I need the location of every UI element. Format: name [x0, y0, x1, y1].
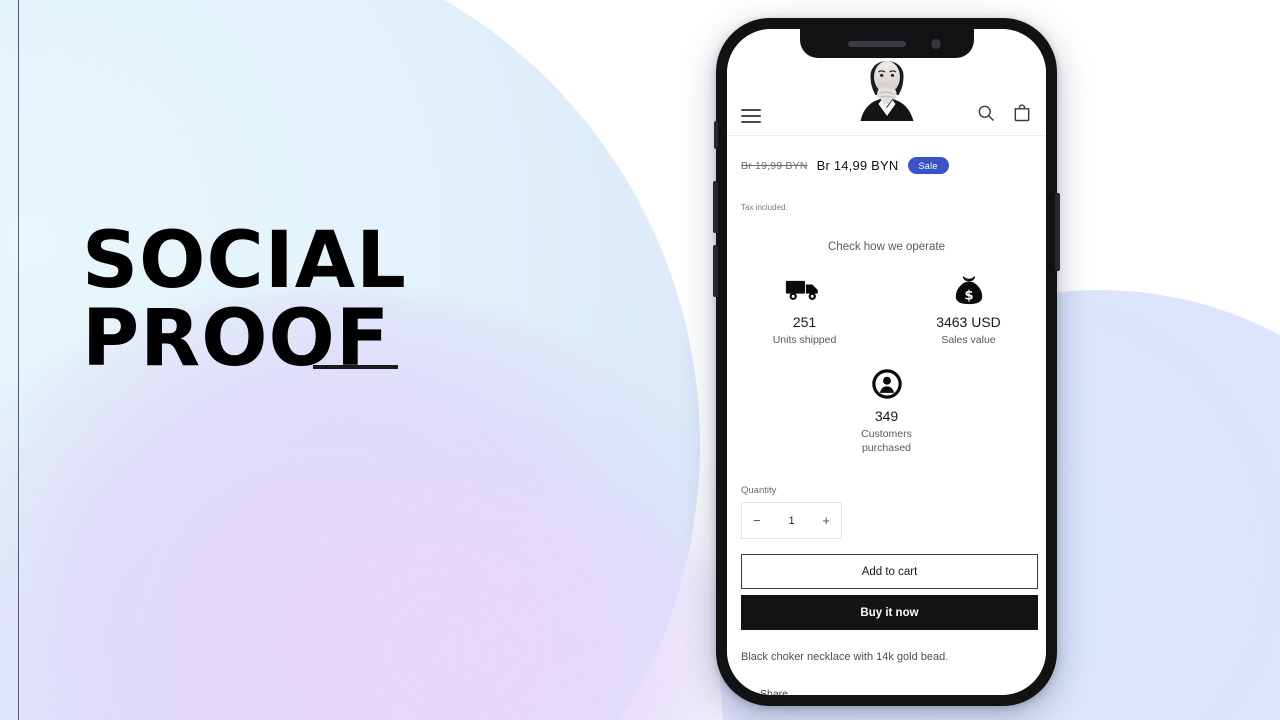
quantity-increase-button[interactable]: + [822, 513, 830, 528]
stat-label: Sales value [941, 334, 996, 346]
stat-units-shipped: 251 Units shipped [751, 272, 859, 348]
stat-value: 3463 USD [936, 314, 1001, 330]
social-proof-title: Check how we operate [828, 241, 945, 253]
stat-sales-value: $ 3463 USD Sales value [915, 272, 1023, 348]
front-camera-icon [930, 39, 941, 49]
social-proof-stats-row-secondary: 349 Customers purchased [727, 366, 1046, 455]
header-actions [976, 103, 1032, 123]
sale-price: Br 14,99 BYN [816, 158, 899, 173]
social-proof-stats-row: 251 Units shipped $ 3463 USD Sales value [727, 272, 1046, 348]
share-upload-icon [743, 687, 751, 695]
earpiece-speaker [847, 41, 906, 47]
svg-text:$: $ [964, 288, 973, 303]
customer-person-icon [833, 366, 941, 402]
brand-logo[interactable] [850, 50, 923, 121]
sale-badge: Sale [907, 157, 949, 174]
stat-value: 349 [874, 408, 899, 424]
share-label: Share [760, 687, 789, 696]
buy-it-now-button[interactable]: Buy it now [741, 595, 1038, 630]
product-description: Black choker necklace with 14k gold bead… [741, 651, 949, 663]
title-underline-rule [313, 365, 398, 369]
quantity-decrease-button[interactable]: − [753, 513, 761, 528]
original-price: Br 19,99 BYN [741, 159, 808, 172]
stat-customers-purchased: 349 Customers purchased [833, 366, 941, 455]
quantity-value[interactable]: 1 [788, 515, 794, 527]
hero-section: SOCIAL PROOF [0, 0, 700, 720]
tax-note: Tax included. [741, 203, 788, 212]
store-app-screen: Br 19,99 BYN Br 14,99 BYN Sale Tax inclu… [727, 29, 1046, 695]
page-title: SOCIAL PROOF [82, 216, 407, 384]
phone-notch [799, 29, 974, 58]
phone-power-button[interactable] [1055, 193, 1060, 271]
phone-volume-down-button[interactable] [713, 245, 718, 297]
money-bag-icon: $ [915, 272, 1023, 308]
shopping-bag-icon[interactable] [1012, 103, 1032, 123]
price-row: Br 19,99 BYN Br 14,99 BYN Sale [727, 157, 1046, 174]
delivery-truck-icon [751, 272, 859, 308]
quantity-label: Quantity [741, 485, 777, 496]
hamburger-menu-icon[interactable] [741, 109, 761, 123]
brand-logo-image [850, 50, 923, 121]
stat-label: Units shipped [772, 334, 837, 346]
stat-value: 251 [792, 314, 817, 330]
quantity-stepper: − 1 + [741, 502, 842, 539]
phone-screen-bezel: Br 19,99 BYN Br 14,99 BYN Sale Tax inclu… [727, 29, 1046, 695]
phone-mockup: Br 19,99 BYN Br 14,99 BYN Sale Tax inclu… [713, 18, 1060, 706]
stat-label: Customers purchased [861, 428, 912, 454]
add-to-cart-button[interactable]: Add to cart [741, 554, 1038, 589]
share-button[interactable]: Share [741, 687, 788, 695]
search-icon[interactable] [976, 103, 996, 123]
phone-volume-up-button[interactable] [713, 181, 718, 233]
phone-silent-switch[interactable] [714, 121, 718, 149]
